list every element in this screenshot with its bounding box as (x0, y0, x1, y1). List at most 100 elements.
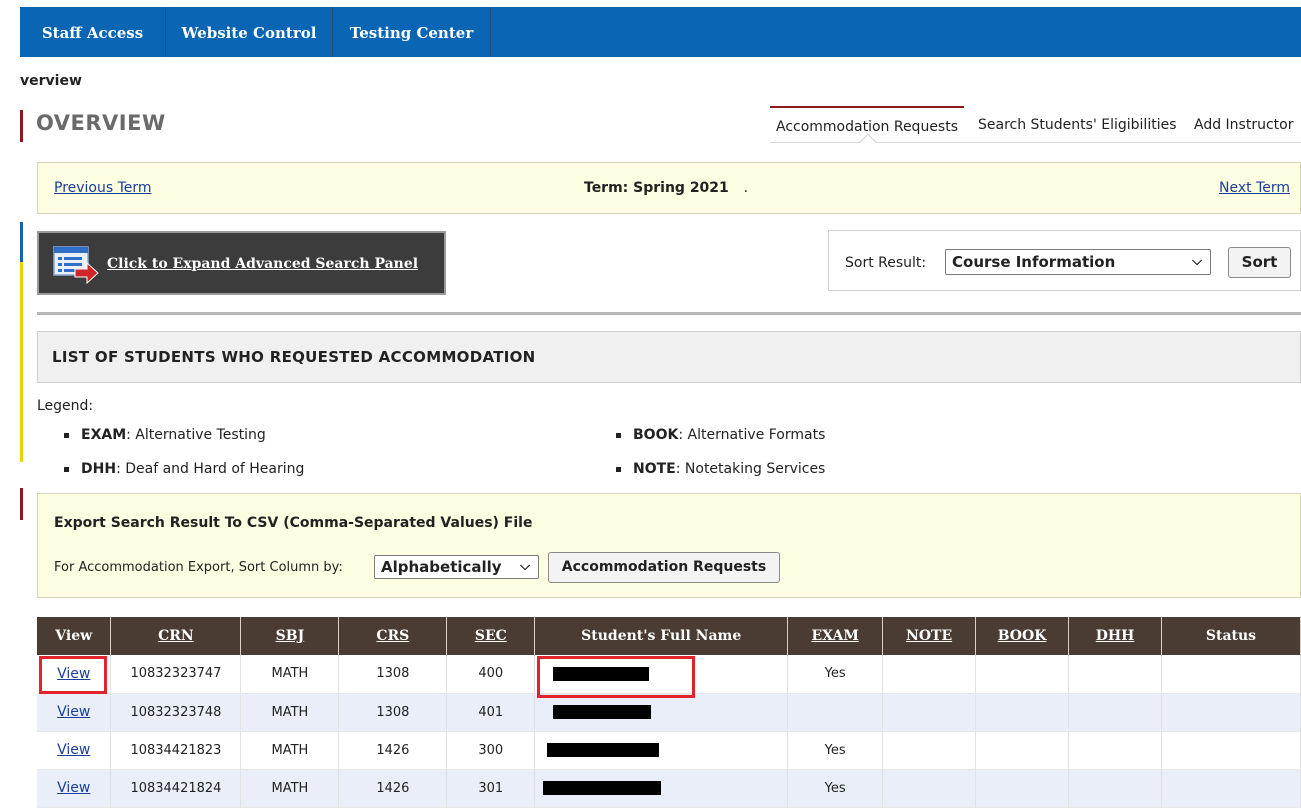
cell-crs: 1308 (338, 693, 448, 732)
export-panel: Export Search Result To CSV (Comma-Separ… (37, 493, 1301, 598)
cell-book (975, 655, 1070, 694)
redacted-name (553, 705, 652, 719)
cell-note (882, 655, 977, 694)
bullet-icon (616, 432, 621, 438)
edge-accent-yellow (20, 262, 23, 462)
nav-tab-testing-center[interactable]: Testing Center (333, 7, 491, 57)
view-link[interactable]: View (57, 780, 90, 796)
cell-exam: Yes (787, 731, 884, 770)
cell-book (975, 769, 1070, 808)
cell-student-name (534, 769, 789, 808)
col-note[interactable]: NOTE (882, 617, 977, 655)
sort-button[interactable]: Sort (1228, 247, 1291, 278)
cell-note (882, 693, 977, 732)
col-status: Status (1161, 617, 1301, 655)
top-nav-bar: Staff Access Website Control Testing Cen… (20, 7, 1301, 57)
nav-tab-website-control[interactable]: Website Control (166, 7, 333, 57)
col-sec[interactable]: SEC (446, 617, 536, 655)
table-row: View 10834421824 MATH 1426 301 Yes (37, 769, 1301, 808)
list-header: LIST OF STUDENTS WHO REQUESTED ACCOMMODA… (37, 331, 1301, 383)
legend-desc: : Deaf and Hard of Hearing (116, 461, 305, 477)
export-sort-select[interactable]: Alphabetically ⌵ (374, 555, 539, 579)
cell-crn: 10832323748 (110, 693, 242, 732)
previous-term-link[interactable]: Previous Term (54, 180, 152, 196)
next-term-link[interactable]: Next Term (1219, 180, 1290, 196)
col-view: View (37, 617, 112, 655)
redacted-name (547, 743, 660, 757)
edge-accent-red-2 (20, 488, 23, 520)
table-row: View 10834421823 MATH 1426 300 Yes (37, 731, 1301, 770)
cell-sbj: MATH (240, 769, 340, 808)
col-book[interactable]: BOOK (975, 617, 1070, 655)
export-sort-label: For Accommodation Export, Sort Column by… (54, 560, 343, 575)
legend-item-book: BOOK: Alternative Formats (616, 427, 825, 443)
cell-sec: 300 (446, 731, 536, 770)
export-sort-value: Alphabetically (381, 558, 502, 576)
cell-crs: 1426 (338, 769, 448, 808)
term-label: Term: Spring 2021 . (584, 180, 748, 196)
cell-exam: Yes (787, 655, 884, 694)
term-text: Term: Spring 2021 (584, 180, 729, 196)
cell-status (1161, 731, 1301, 770)
view-link[interactable]: View (57, 742, 90, 758)
subtab-underline (770, 142, 1301, 143)
cell-dhh (1068, 731, 1162, 770)
cell-sbj: MATH (240, 731, 340, 770)
col-student-name: Student's Full Name (534, 617, 789, 655)
legend-item-note: NOTE: Notetaking Services (616, 461, 825, 477)
redacted-name (543, 781, 662, 795)
cell-exam: Yes (787, 769, 884, 808)
col-exam[interactable]: EXAM (787, 617, 884, 655)
page-title: OVERVIEW (36, 111, 166, 135)
tab-search-eligibilities[interactable]: Search Students' Eligibilities (978, 106, 1177, 142)
legend-code: BOOK (633, 427, 679, 443)
view-link[interactable]: View (57, 704, 90, 720)
col-dhh[interactable]: DHH (1068, 617, 1162, 655)
cell-note (882, 769, 977, 808)
section-divider (37, 312, 1301, 315)
legend-title: Legend: (37, 398, 94, 414)
sort-panel: Sort Result: Course Information ⌵ Sort (828, 230, 1301, 291)
cell-student-name (534, 731, 789, 770)
tab-add-instructor[interactable]: Add Instructor (1194, 106, 1293, 142)
cell-sec: 301 (446, 769, 536, 808)
highlight-view-box (39, 656, 107, 694)
cell-status (1161, 693, 1301, 732)
cell-dhh (1068, 655, 1162, 694)
col-crs[interactable]: CRS (338, 617, 448, 655)
cell-exam (787, 693, 884, 732)
legend-code: DHH (81, 461, 117, 477)
highlight-name-box (537, 656, 695, 698)
cell-sbj: MATH (240, 655, 340, 694)
nav-tab-staff-access[interactable]: Staff Access (20, 7, 166, 57)
legend-code: NOTE (633, 461, 676, 477)
cell-crs: 1426 (338, 731, 448, 770)
bullet-icon (64, 466, 69, 472)
cell-status (1161, 655, 1301, 694)
edge-accent-blue (20, 222, 23, 262)
expand-advanced-search-button[interactable]: Click to Expand Advanced Search Panel (37, 231, 446, 295)
export-heading: Export Search Result To CSV (Comma-Separ… (54, 515, 533, 531)
cell-sec: 401 (446, 693, 536, 732)
sort-result-label: Sort Result: (845, 255, 927, 271)
cell-note (882, 731, 977, 770)
sort-result-select[interactable]: Course Information ⌵ (945, 249, 1211, 275)
cell-dhh (1068, 693, 1162, 732)
bullet-icon (616, 466, 621, 472)
expand-advanced-search-label: Click to Expand Advanced Search Panel (107, 256, 419, 272)
sort-result-value: Course Information (952, 253, 1116, 271)
cell-crs: 1308 (338, 655, 448, 694)
cell-status (1161, 769, 1301, 808)
legend-item-dhh: DHH: Deaf and Hard of Hearing (64, 461, 304, 477)
cell-crn: 10834421824 (110, 769, 242, 808)
cell-crn: 10834421823 (110, 731, 242, 770)
export-accommodation-requests-button[interactable]: Accommodation Requests (548, 552, 780, 583)
legend-desc: : Alternative Testing (126, 427, 266, 443)
col-crn[interactable]: CRN (110, 617, 242, 655)
legend-desc: : Notetaking Services (675, 461, 826, 477)
cell-student-name (534, 693, 789, 732)
term-bar: Previous Term Term: Spring 2021 . Next T… (37, 162, 1301, 214)
bullet-icon (64, 432, 69, 438)
legend-code: EXAM (81, 427, 127, 443)
col-sbj[interactable]: SBJ (240, 617, 340, 655)
